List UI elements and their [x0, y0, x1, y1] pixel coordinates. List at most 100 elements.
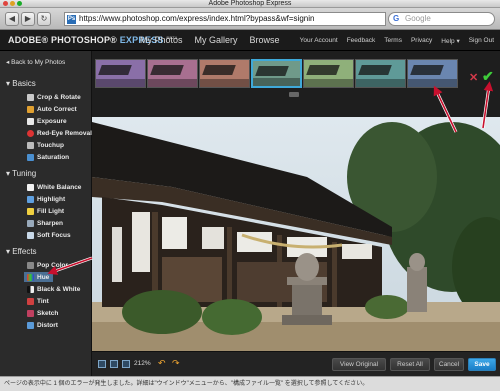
back-arrow-icon[interactable]: ◀: [5, 12, 19, 26]
tool-auto-correct[interactable]: Auto Correct: [27, 104, 77, 114]
distort-icon: [27, 321, 34, 329]
tool-touchup[interactable]: Touchup: [27, 140, 64, 150]
tool-label: Auto Correct: [37, 105, 77, 113]
saturation-icon: [27, 153, 34, 161]
hue-icon: [27, 273, 34, 281]
zoom-level: 212%: [134, 360, 151, 367]
tool-red-eye-removal[interactable]: Red-Eye Removal: [27, 128, 92, 138]
tool-label: Red-Eye Removal: [37, 129, 92, 137]
tool-saturation[interactable]: Saturation: [27, 152, 69, 162]
sign-out-link[interactable]: Sign Out: [469, 37, 494, 45]
photo-canvas[interactable]: [92, 117, 500, 351]
window-titlebar: Adobe Photoshop Express: [0, 0, 500, 8]
variations-filmstrip: ✕ ✔: [92, 51, 500, 103]
undo-icon[interactable]: ↶: [158, 358, 166, 369]
tint-icon: [27, 297, 34, 305]
variation-thumb[interactable]: [355, 59, 406, 88]
tool-highlight[interactable]: Highlight: [27, 194, 65, 204]
shrine-photo: [92, 117, 500, 351]
main-nav: My Photos My Gallery Browse: [140, 35, 280, 45]
tool-label: Distort: [37, 321, 58, 329]
tool-label: Touchup: [37, 141, 64, 149]
tool-black-white[interactable]: Black & White: [27, 284, 80, 294]
your-account-link[interactable]: Your Account: [300, 37, 338, 45]
terms-link[interactable]: Terms: [384, 37, 402, 45]
tool-label: Exposure: [37, 117, 67, 125]
tool-pop-color[interactable]: Pop Color: [27, 260, 68, 270]
variation-thumb-selected[interactable]: [251, 59, 302, 88]
sketch-icon: [27, 309, 34, 317]
editor-bottom-bar: 212% ↶ ↷ View Original Reset All Cancel …: [92, 351, 500, 376]
tool-label: Sharpen: [37, 219, 64, 227]
tool-sharpen[interactable]: Sharpen: [27, 218, 63, 228]
tool-white-balance[interactable]: White Balance: [27, 182, 81, 192]
nav-my-photos[interactable]: My Photos: [140, 35, 183, 45]
sharpen-icon: [27, 219, 34, 227]
address-bar[interactable]: Ps https://www.photoshop.com/express/ind…: [64, 12, 386, 26]
tool-exposure[interactable]: Exposure: [27, 116, 67, 126]
nav-my-gallery[interactable]: My Gallery: [195, 35, 238, 45]
tool-label: Crop & Rotate: [37, 93, 81, 101]
window-title: Adobe Photoshop Express: [208, 0, 292, 7]
save-button[interactable]: Save: [468, 358, 496, 371]
tool-label: Sketch: [37, 309, 59, 317]
feedback-link[interactable]: Feedback: [347, 37, 376, 45]
tool-label: Fill Light: [37, 207, 65, 215]
tool-soft-focus[interactable]: Soft Focus: [27, 230, 71, 240]
black-white-icon: [27, 285, 34, 293]
section-basics[interactable]: ▾ Basics: [6, 79, 36, 88]
tool-hue[interactable]: Hue: [24, 272, 54, 282]
browser-status-bar: ページの表示中に 1 個のエラーが発生しました。詳細は"ウインドウ"メニューから…: [0, 376, 500, 391]
tool-label: Black & White: [37, 285, 81, 293]
zoom-tool-icon[interactable]: [122, 360, 130, 368]
actual-size-icon[interactable]: [110, 360, 118, 368]
cancel-button[interactable]: Cancel: [434, 358, 464, 371]
filmstrip-resize-handle[interactable]: [289, 92, 299, 97]
reload-icon[interactable]: ↻: [37, 12, 51, 26]
variation-thumb[interactable]: [147, 59, 198, 88]
site-favicon-icon: Ps: [67, 15, 76, 24]
crop-icon: [27, 93, 34, 101]
app-header: ADOBE® PHOTOSHOP® EXPRESS BETA My Photos…: [0, 30, 500, 51]
highlight-icon: [27, 195, 34, 203]
privacy-link[interactable]: Privacy: [411, 37, 432, 45]
variation-thumb[interactable]: [407, 59, 458, 88]
red-eye-icon: [27, 129, 34, 137]
view-original-button[interactable]: View Original: [332, 358, 386, 371]
back-to-my-photos-link[interactable]: ◂ Back to My Photos: [6, 58, 65, 66]
tool-distort[interactable]: Distort: [27, 320, 58, 330]
checkmark-icon[interactable]: ✔: [482, 68, 494, 85]
variation-thumb[interactable]: [303, 59, 354, 88]
fit-to-screen-icon[interactable]: [98, 360, 106, 368]
white-balance-icon: [27, 183, 34, 191]
account-nav: Your Account Feedback Terms Privacy Help…: [300, 37, 494, 45]
section-effects[interactable]: ▾ Effects: [6, 247, 37, 256]
exposure-icon: [27, 117, 34, 125]
section-tuning[interactable]: ▾ Tuning: [6, 169, 36, 178]
reset-all-button[interactable]: Reset All: [390, 358, 430, 371]
variation-thumb[interactable]: [95, 59, 146, 88]
tool-sketch[interactable]: Sketch: [27, 308, 58, 318]
tool-label: Hue: [37, 273, 50, 281]
redo-icon[interactable]: ↷: [172, 358, 180, 369]
search-field[interactable]: G Google: [388, 12, 495, 26]
logo-text: ADOBE® PHOTOSHOP®: [8, 35, 118, 45]
tool-label: Pop Color: [37, 261, 69, 269]
tool-crop-rotate[interactable]: Crop & Rotate: [27, 92, 81, 102]
search-placeholder: Google: [405, 14, 431, 23]
variation-thumbs: [95, 59, 458, 88]
nav-browse[interactable]: Browse: [250, 35, 280, 45]
help-menu[interactable]: Help ▾: [441, 37, 459, 45]
variation-thumb[interactable]: [199, 59, 250, 88]
fill-light-icon: [27, 207, 34, 215]
tool-fill-light[interactable]: Fill Light: [27, 206, 64, 216]
close-icon[interactable]: ✕: [469, 71, 478, 84]
tool-tint[interactable]: Tint: [27, 296, 49, 306]
browser-toolbar: ◀ ▶ ↻ Ps https://www.photoshop.com/expre…: [0, 8, 500, 30]
touchup-icon: [27, 141, 34, 149]
forward-arrow-icon[interactable]: ▶: [21, 12, 35, 26]
tool-label: Saturation: [37, 153, 70, 161]
google-search-icon: G: [393, 14, 400, 23]
auto-correct-icon: [27, 105, 34, 113]
tool-label: Highlight: [37, 195, 66, 203]
